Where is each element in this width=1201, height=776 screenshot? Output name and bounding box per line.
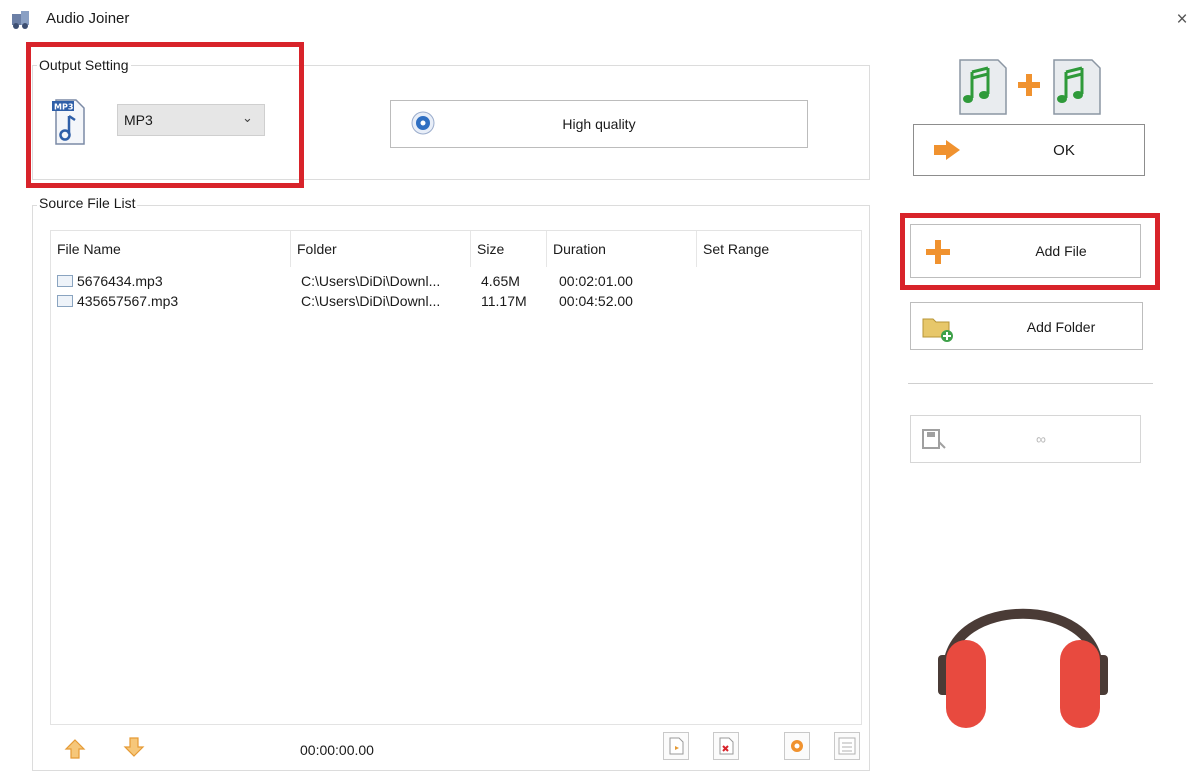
source-file-list-legend: Source File List xyxy=(37,195,138,211)
mp3-file-icon: MP3 xyxy=(52,99,85,145)
duration-cell: 00:04:52.00 xyxy=(559,293,633,309)
file-list-table[interactable]: File Name Folder Size Duration Set Range… xyxy=(50,230,862,725)
file-name-cell: 435657567.mp3 xyxy=(77,293,179,309)
quality-label: High quality xyxy=(562,116,636,132)
file-play-icon xyxy=(669,737,684,755)
divider xyxy=(908,383,1153,384)
add-file-button[interactable]: Add File xyxy=(910,224,1141,278)
folder-cell: C:\Users\DiDi\Downl... xyxy=(301,293,441,309)
gear-icon xyxy=(791,740,803,752)
audio-file-icon xyxy=(57,295,73,307)
mp3-icon-label: MP3 xyxy=(54,103,73,112)
arrow-up-icon[interactable] xyxy=(64,738,86,760)
quality-button[interactable]: High quality xyxy=(390,100,808,148)
plus-icon xyxy=(926,240,950,264)
settings-button[interactable] xyxy=(784,732,810,760)
music-app-icon xyxy=(12,11,29,29)
ok-button[interactable]: OK xyxy=(913,124,1145,176)
save-range-icon xyxy=(922,429,946,449)
file-name-cell: 5676434.mp3 xyxy=(77,273,163,289)
close-icon[interactable]: × xyxy=(1176,9,1187,30)
window-title: Audio Joiner xyxy=(46,10,130,27)
folder-cell: C:\Users\DiDi\Downl... xyxy=(301,273,441,289)
time-readout: 00:00:00.00 xyxy=(300,742,374,758)
file-remove-icon xyxy=(719,737,734,755)
duration-cell: 00:02:01.00 xyxy=(559,273,633,289)
add-folder-button[interactable]: Add Folder xyxy=(910,302,1143,350)
folder-add-icon xyxy=(922,318,953,342)
audio-file-icon xyxy=(57,275,73,287)
column-header-file-name[interactable]: File Name xyxy=(51,231,291,267)
save-range-button[interactable]: ∞ xyxy=(910,415,1141,463)
column-header-duration[interactable]: Duration xyxy=(547,231,697,267)
format-select[interactable]: MP3 ⌄ xyxy=(117,104,265,136)
list-view-button[interactable] xyxy=(834,732,860,760)
list-icon xyxy=(838,737,856,755)
music-join-icon xyxy=(959,59,1101,115)
column-header-set-range[interactable]: Set Range xyxy=(697,231,861,267)
title-bar xyxy=(0,0,1201,40)
arrow-down-icon[interactable] xyxy=(123,736,145,758)
format-value: MP3 xyxy=(124,112,153,128)
size-cell: 11.17M xyxy=(481,293,527,309)
add-file-label: Add File xyxy=(1035,243,1087,259)
close-button[interactable]: × xyxy=(1170,8,1194,32)
link-icon: ∞ xyxy=(1036,431,1046,447)
column-header-size[interactable]: Size xyxy=(471,231,547,267)
headphones-icon xyxy=(938,608,1108,728)
play-file-button[interactable] xyxy=(663,732,689,760)
add-folder-label: Add Folder xyxy=(1026,319,1096,335)
column-header-folder[interactable]: Folder xyxy=(291,231,471,267)
remove-file-button[interactable] xyxy=(713,732,739,760)
ok-label: OK xyxy=(1053,142,1075,159)
chevron-down-icon: ⌄ xyxy=(242,110,253,125)
size-cell: 4.65M xyxy=(481,273,520,289)
